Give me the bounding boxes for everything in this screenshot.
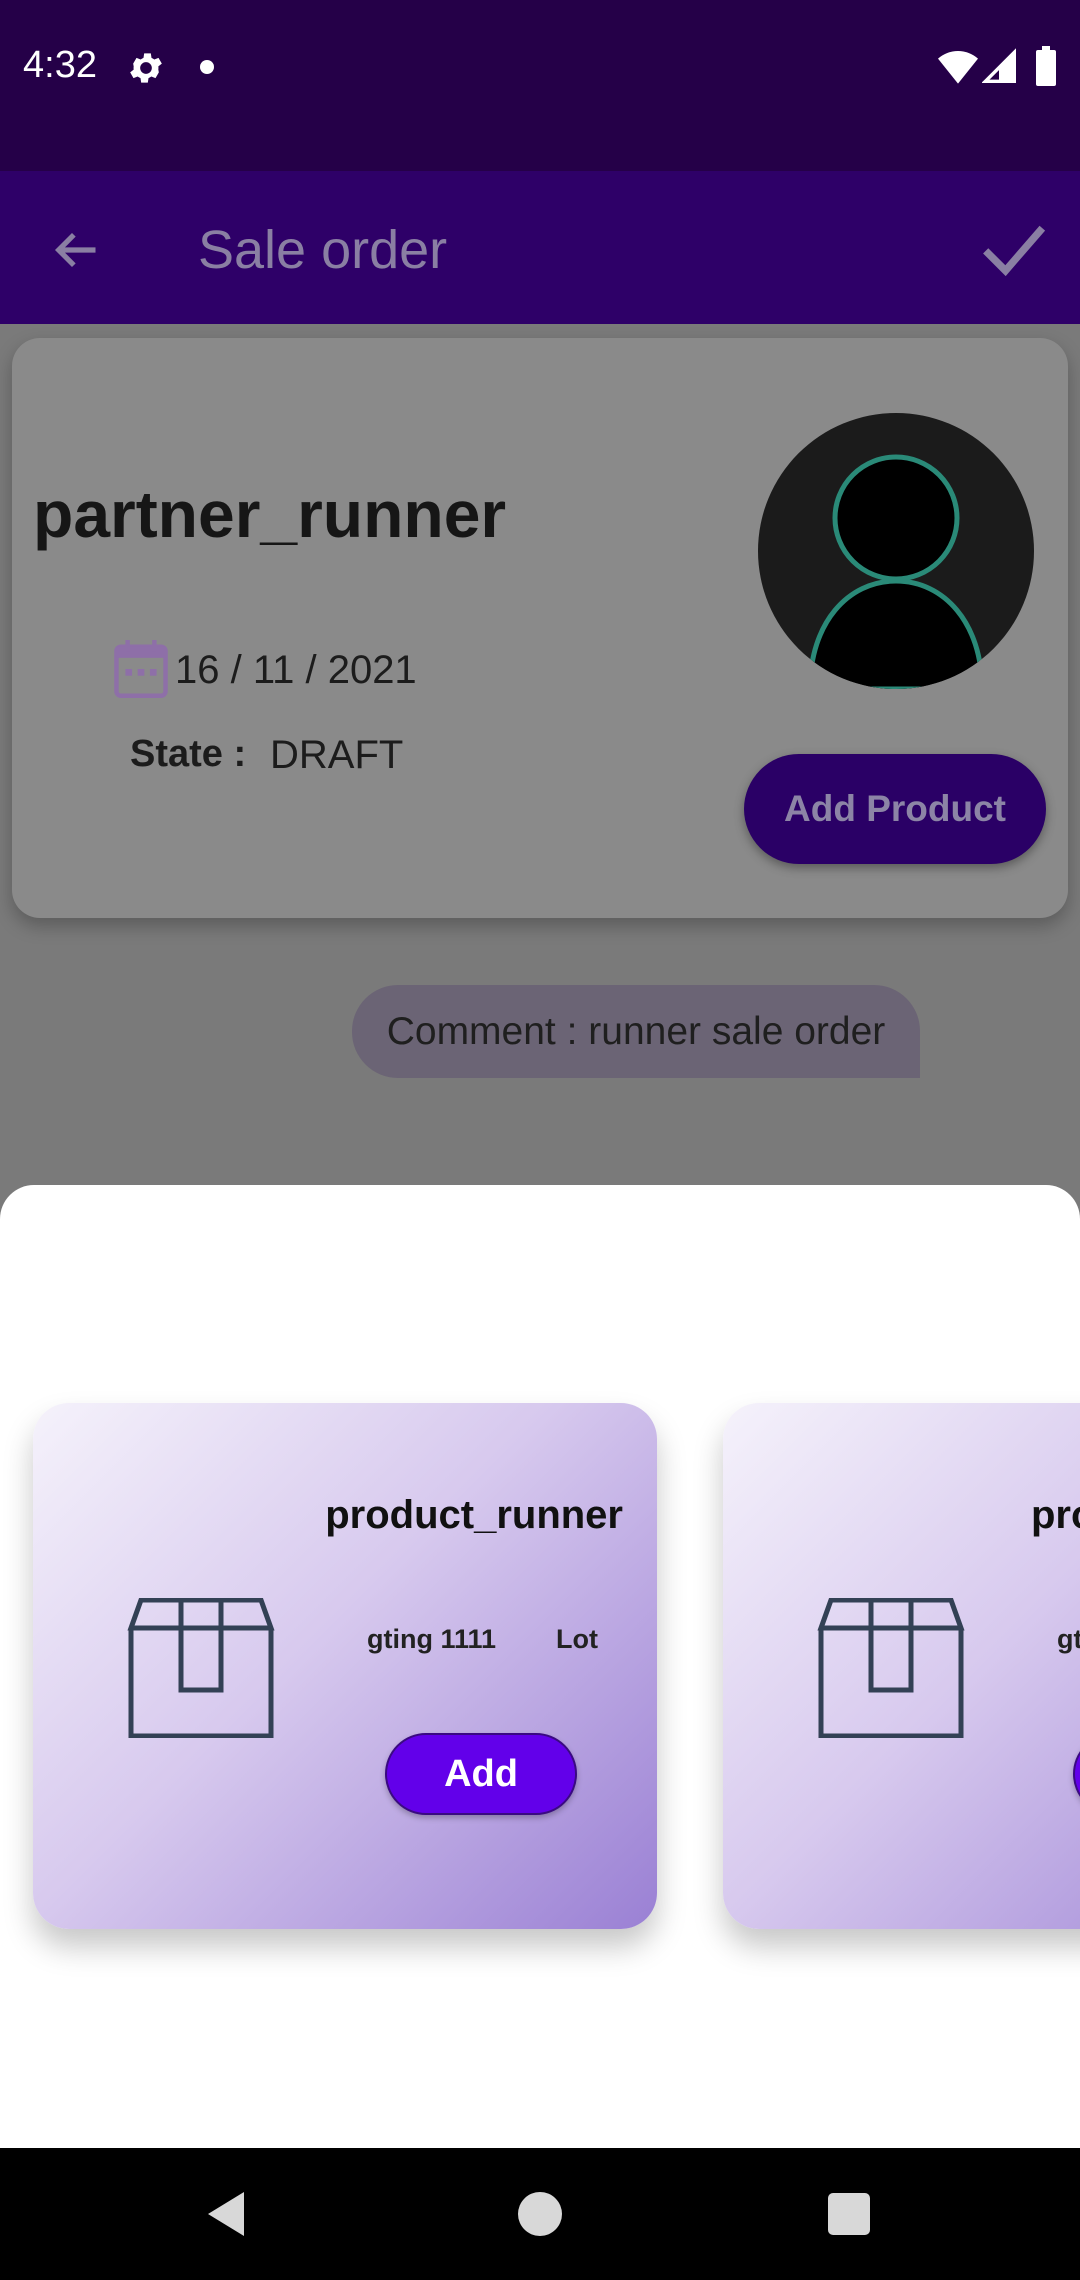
product-card[interactable]: product_runner gting 1111 Lot Add [33, 1403, 657, 1929]
nav-back-icon[interactable] [204, 2190, 248, 2238]
state-label: State : [130, 733, 247, 775]
person-icon [807, 454, 985, 689]
wifi-icon [938, 51, 978, 84]
cell-signal-icon [982, 48, 1016, 83]
product-lot: Lot [556, 1624, 598, 1654]
status-time: 4:32 [23, 44, 97, 86]
battery-icon [1036, 46, 1056, 86]
add-button[interactable] [1073, 1733, 1080, 1815]
check-icon[interactable] [980, 218, 1048, 278]
add-product-button[interactable]: Add Product [744, 754, 1046, 864]
state-value: DRAFT [270, 733, 404, 777]
calendar-icon [114, 640, 168, 698]
product-name: pro [1031, 1493, 1080, 1537]
comment-chip: Comment : runner sale order [352, 985, 920, 1078]
notification-dot-icon [200, 60, 214, 74]
app-bar [0, 171, 1080, 324]
product-bottom-sheet: product_runner gting 1111 Lot Add pro gt [0, 1185, 1080, 2148]
package-box-icon [817, 1598, 965, 1738]
nav-recents-icon[interactable] [828, 2193, 870, 2235]
page-title: Sale order [198, 220, 448, 280]
product-reference: gting 1111 [367, 1624, 497, 1654]
nav-home-icon[interactable] [518, 2192, 562, 2236]
arrow-back-icon[interactable] [50, 224, 102, 276]
product-name: product_runner [325, 1493, 623, 1537]
order-date[interactable]: 16 / 11 / 2021 [175, 648, 417, 693]
product-card[interactable]: pro gt [723, 1403, 1080, 1929]
product-reference: gt [1057, 1624, 1080, 1654]
partner-name: partner_runner [33, 477, 507, 551]
package-box-icon [127, 1598, 275, 1738]
settings-gear-icon [130, 53, 162, 83]
add-button[interactable]: Add [385, 1733, 577, 1815]
avatar[interactable] [758, 413, 1034, 689]
